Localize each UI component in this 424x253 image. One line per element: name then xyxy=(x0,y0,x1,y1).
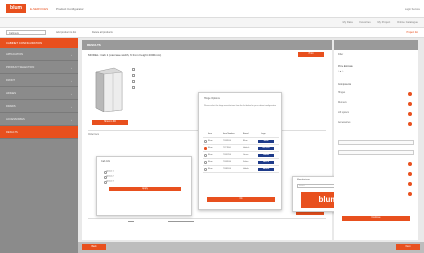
print-button[interactable]: Print xyxy=(298,52,324,57)
toggle-on-icon[interactable] xyxy=(408,182,412,186)
sidebar-header: CABINET CONFIGURATION xyxy=(0,38,78,48)
ok-button[interactable]: Ok xyxy=(207,197,275,202)
table-row[interactable]: Blum 71B3750 Grass GRASS xyxy=(203,152,279,159)
delete-products-tab[interactable]: Delete all products xyxy=(92,31,113,34)
product-title: Product Configurator xyxy=(56,7,84,11)
price-estimate-label: Price Estimate xyxy=(338,66,353,68)
dialog-title: Hinge Options xyxy=(204,97,220,100)
app-window: blum E-SERVICES Product Configurator Log… xyxy=(0,0,424,253)
bottom-bar: Back Next xyxy=(78,242,424,253)
blum-logo[interactable]: blum xyxy=(6,4,26,13)
dialog-description: Please select the hinge manufacturer fro… xyxy=(204,105,276,107)
my-data-link[interactable]: My Data xyxy=(343,21,353,24)
popup-title: Manufacturer xyxy=(297,179,310,181)
brand-logo: SALICE xyxy=(258,160,274,164)
component-accessories: Accessories xyxy=(338,122,351,124)
filter-field[interactable] xyxy=(338,150,414,155)
table-row: ▬▬▬ ▬▬▬▬▬▬▬▬▬▬▬▬▬ xyxy=(88,218,326,224)
sidebar-item-product-selection[interactable]: PRODUCT SELECTION › xyxy=(0,61,78,74)
toggle-on-icon[interactable] xyxy=(408,162,412,166)
search-input[interactable]: Search xyxy=(297,184,337,188)
chevron-right-icon: › xyxy=(71,118,72,122)
rotate-icon[interactable] xyxy=(132,80,135,83)
toggle-on-icon[interactable] xyxy=(408,172,412,176)
cab-info-dialog: Cab Info Option 1 Option 2 Option 3 Appl… xyxy=(96,156,192,216)
next-button[interactable]: Next xyxy=(396,244,420,250)
component-lift: Lift system xyxy=(338,112,349,114)
table-row[interactable]: Blum 71T3550 Hettich HETTICH xyxy=(203,145,279,152)
brand-logo: BLUM xyxy=(258,139,274,143)
option-row[interactable]: Option 3 xyxy=(103,179,153,184)
catalogue-link[interactable]: Online Catalogue xyxy=(397,21,418,24)
components-label: Components xyxy=(338,84,352,86)
utility-bar: My Data Favorites My Project Online Cata… xyxy=(0,18,424,28)
sidebar-item-draws[interactable]: DRAWS › xyxy=(0,100,78,113)
table-row[interactable]: Blum 71B3550 Blum BLUM xyxy=(203,138,279,145)
brand-logo: HETTICH xyxy=(258,146,274,150)
chevron-right-icon: › xyxy=(71,92,72,96)
filter-title: Filter xyxy=(338,54,344,56)
hinge-dialog: Hinge Options Please select the hinge ma… xyxy=(198,92,282,210)
brand-logo: GRASS xyxy=(258,153,274,157)
show-3d-button[interactable]: Show in 3D xyxy=(92,120,128,125)
view-toolbar xyxy=(132,68,136,108)
my-project-link[interactable]: My Project xyxy=(377,21,390,24)
results-header: RESULTS xyxy=(82,40,332,50)
filter-field[interactable] xyxy=(338,140,414,145)
price-toggle[interactable]: ○ ● ○ xyxy=(338,71,343,73)
cab-info-title: Cab Info xyxy=(101,160,111,163)
project-list-link[interactable]: Project list xyxy=(406,31,418,34)
cabinet-select[interactable]: Cabinets xyxy=(6,30,46,35)
cab-info-options: Option 1 Option 2 Option 3 xyxy=(103,169,153,189)
cabinet-preview-image xyxy=(95,67,123,112)
continue-button[interactable]: Continue xyxy=(342,216,410,221)
toggle-on-icon[interactable] xyxy=(408,92,412,96)
toggle-on-icon[interactable] xyxy=(408,192,412,196)
sidebar-item-front[interactable]: FRONT › xyxy=(0,74,78,87)
table-row[interactable]: Blum 71B3590 Salice SALICE xyxy=(203,159,279,166)
zoom-out-icon[interactable] xyxy=(132,74,135,77)
sidebar-item-application[interactable]: APPLICATION › xyxy=(0,48,78,61)
component-runners: Runners xyxy=(338,102,347,104)
filter-header xyxy=(334,40,418,50)
sidebar-item-accessories[interactable]: ACCESSORIES › xyxy=(0,113,78,126)
chevron-right-icon: › xyxy=(71,79,72,83)
login-link[interactable]: Login Service xyxy=(405,8,420,11)
zoom-in-icon[interactable] xyxy=(132,68,135,71)
component-hinges: Hinges xyxy=(338,92,346,94)
favorites-link[interactable]: Favorites xyxy=(359,21,370,24)
apply-button[interactable]: Apply xyxy=(109,187,181,191)
order-item-label: Order Item xyxy=(88,134,99,136)
toggle-on-icon[interactable] xyxy=(408,112,412,116)
add-product-tab[interactable]: Add product to list xyxy=(56,31,76,34)
chevron-right-icon: › xyxy=(71,105,72,109)
table-header: Item Item Number Brand Logo xyxy=(203,131,279,138)
table-row[interactable]: Blum 71B9550 Hafele HAFELE xyxy=(203,166,279,173)
sidebar: CABINET CONFIGURATION APPLICATION › PRODU… xyxy=(0,38,78,253)
filter-panel: Filter Price Estimate ○ ● ○ Components H… xyxy=(334,40,418,240)
toggle-on-icon[interactable] xyxy=(408,102,412,106)
brand-label: E-SERVICES xyxy=(30,7,49,11)
back-button[interactable]: Back xyxy=(82,244,106,250)
hinge-table: Item Item Number Brand Logo Blum 71B3550… xyxy=(203,131,279,173)
chevron-right-icon: › xyxy=(71,66,72,70)
model-title: MODEL: Cab 1 (carcase width, ft from hei… xyxy=(88,53,162,57)
action-bar: Cabinets Add product to list Delete all … xyxy=(0,28,424,38)
sidebar-item-hinges[interactable]: HINGES › xyxy=(0,87,78,100)
toggle-on-icon[interactable] xyxy=(408,122,412,126)
sidebar-item-results[interactable]: RESULTS xyxy=(0,126,78,139)
brand-logo: HAFELE xyxy=(258,167,274,171)
chevron-right-icon: › xyxy=(71,53,72,57)
top-header: blum E-SERVICES Product Configurator Log… xyxy=(0,0,424,18)
fullscreen-icon[interactable] xyxy=(132,86,135,89)
